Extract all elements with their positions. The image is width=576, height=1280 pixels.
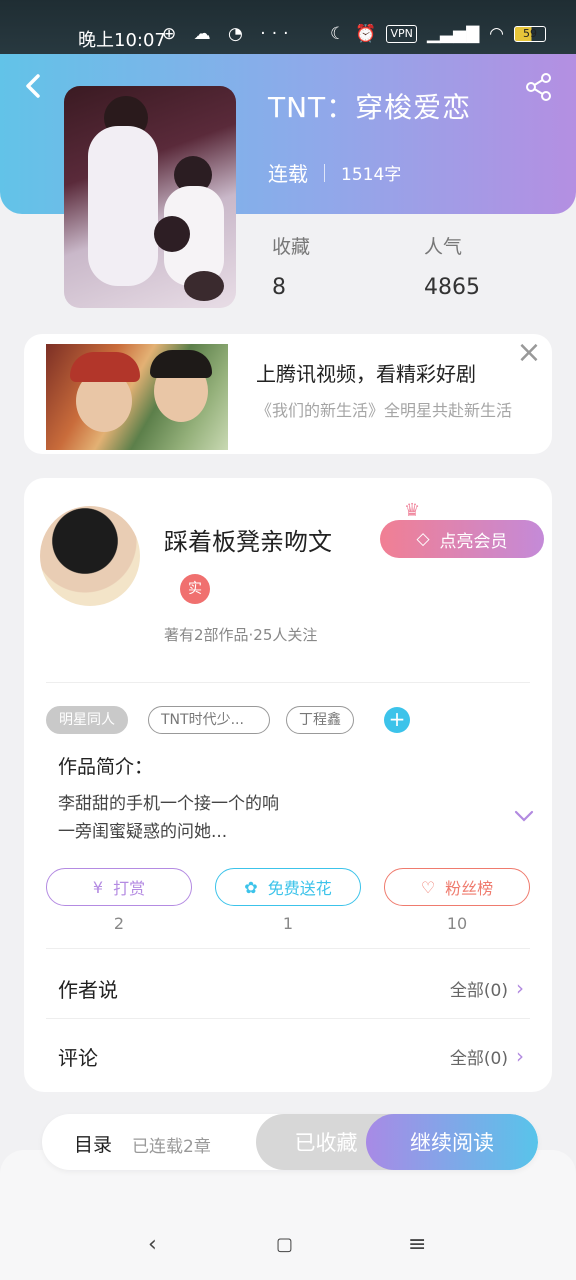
- share-icon: [526, 73, 551, 101]
- status-right-icons: ☾ ⏰ VPN ▁▃▅▇ ◠ 59: [330, 24, 546, 44]
- author-stats: 著有2部作品·25人关注: [164, 626, 318, 644]
- chevron-down-icon[interactable]: [514, 804, 534, 828]
- book-meta: 连载 1514字: [268, 158, 401, 187]
- vip-button[interactable]: ◇ 点亮会员: [380, 520, 544, 558]
- author-card: 踩着板凳亲吻文 实 著有2部作品·25人关注 ♛ ◇ 点亮会员 明星同人 TNT…: [24, 478, 552, 1092]
- reward-button[interactable]: ¥ 打赏: [46, 868, 192, 906]
- reward-count: 2: [113, 914, 125, 933]
- battery-icon: 59: [514, 26, 546, 42]
- bottom-action-bar: 目录 已连载2章 已收藏 继续阅读: [42, 1114, 538, 1170]
- book-status: 连载: [268, 162, 308, 186]
- reward-label: 打赏: [113, 879, 146, 898]
- signal-icon: ▁▃▅▇: [426, 24, 480, 44]
- status-time: 晚上10:07: [78, 30, 166, 51]
- ad-banner[interactable]: 上腾讯视频，看精彩好剧 《我们的新生活》全明星共赴新生活 ×: [24, 334, 552, 454]
- send-flower-label: 免费送花: [267, 879, 332, 898]
- stat-value: 8: [272, 275, 286, 300]
- alarm-icon: ⏰: [355, 24, 377, 44]
- row-value: 全部(0): [449, 980, 508, 1001]
- flower-icon: ✿: [244, 877, 258, 897]
- fan-ranking-button[interactable]: ♡ 粉丝榜: [384, 868, 530, 906]
- add-tag-button[interactable]: +: [384, 707, 410, 733]
- author-says-row[interactable]: 作者说 全部(0) ›: [58, 968, 524, 1008]
- intro-label: 作品简介：: [58, 756, 154, 778]
- tag-character[interactable]: 丁程鑫: [286, 706, 354, 734]
- row-value: 全部(0): [449, 1048, 508, 1069]
- fan-ranking-label: 粉丝榜: [445, 879, 494, 898]
- comments-row[interactable]: 评论 全部(0) ›: [58, 1036, 524, 1076]
- nav-home-icon[interactable]: ▢: [276, 1234, 293, 1255]
- stat-label: 人气: [424, 236, 463, 258]
- row-label: 作者说: [58, 977, 118, 1002]
- moon-icon: ☾: [330, 24, 346, 44]
- tag-genre[interactable]: 明星同人: [46, 706, 128, 734]
- vip-button-label: 点亮会员: [439, 531, 508, 552]
- meta-divider: [324, 163, 325, 182]
- intro-line: 李甜甜的手机一个接一个的响: [58, 794, 279, 814]
- avatar[interactable]: [40, 506, 140, 606]
- stat-collect: 收藏 8: [272, 232, 310, 300]
- stat-value: 4865: [424, 275, 480, 300]
- nav-menu-icon[interactable]: ≡: [408, 1232, 426, 1257]
- ad-description: 《我们的新生活》全明星共赴新生活: [256, 401, 513, 420]
- stat-popularity: 人气 4865: [424, 232, 480, 300]
- tag-group[interactable]: TNT时代少...: [148, 706, 270, 734]
- coin-icon: ¥: [92, 877, 104, 897]
- diamond-icon: ◇: [416, 529, 430, 549]
- toc-button[interactable]: 目录: [74, 1130, 112, 1157]
- continue-reading-button[interactable]: 继续阅读: [366, 1114, 538, 1170]
- fan-count: 10: [446, 914, 468, 933]
- stat-label: 收藏: [272, 236, 311, 258]
- word-count: 1514字: [341, 165, 402, 185]
- row-label: 评论: [58, 1045, 98, 1070]
- intro-line: 一旁闺蜜疑惑的问她...: [58, 822, 228, 842]
- book-title: TNT：穿梭爱恋: [268, 91, 472, 124]
- chevron-right-icon: ›: [516, 1044, 524, 1068]
- flower-count: 1: [282, 914, 294, 933]
- verified-badge: 实: [180, 574, 210, 604]
- chevron-left-icon: [26, 74, 40, 98]
- divider: [46, 1018, 530, 1019]
- wifi-icon: ◠: [489, 24, 504, 44]
- user-heart-icon: ♡: [420, 877, 436, 897]
- chapter-count: 已连载2章: [132, 1137, 211, 1157]
- divider: [46, 682, 530, 683]
- author-name[interactable]: 踩着板凳亲吻文: [164, 522, 332, 557]
- ad-headline: 上腾讯视频，看精彩好剧: [256, 362, 476, 386]
- nav-back-icon[interactable]: ‹: [148, 1232, 157, 1257]
- share-button[interactable]: [524, 72, 554, 102]
- send-flower-button[interactable]: ✿ 免费送花: [215, 868, 361, 906]
- ad-image: [46, 344, 228, 450]
- back-button[interactable]: [20, 70, 48, 102]
- close-icon[interactable]: ×: [516, 338, 542, 368]
- chevron-right-icon: ›: [516, 976, 524, 1000]
- status-left-icons: ⊕ ☁ ◔ ···: [162, 24, 295, 44]
- intro-text: 李甜甜的手机一个接一个的响 一旁闺蜜疑惑的问她...: [58, 790, 478, 846]
- divider: [46, 948, 530, 949]
- book-cover[interactable]: [64, 86, 236, 308]
- crown-icon: ♛: [404, 500, 421, 521]
- vpn-badge: VPN: [386, 25, 417, 43]
